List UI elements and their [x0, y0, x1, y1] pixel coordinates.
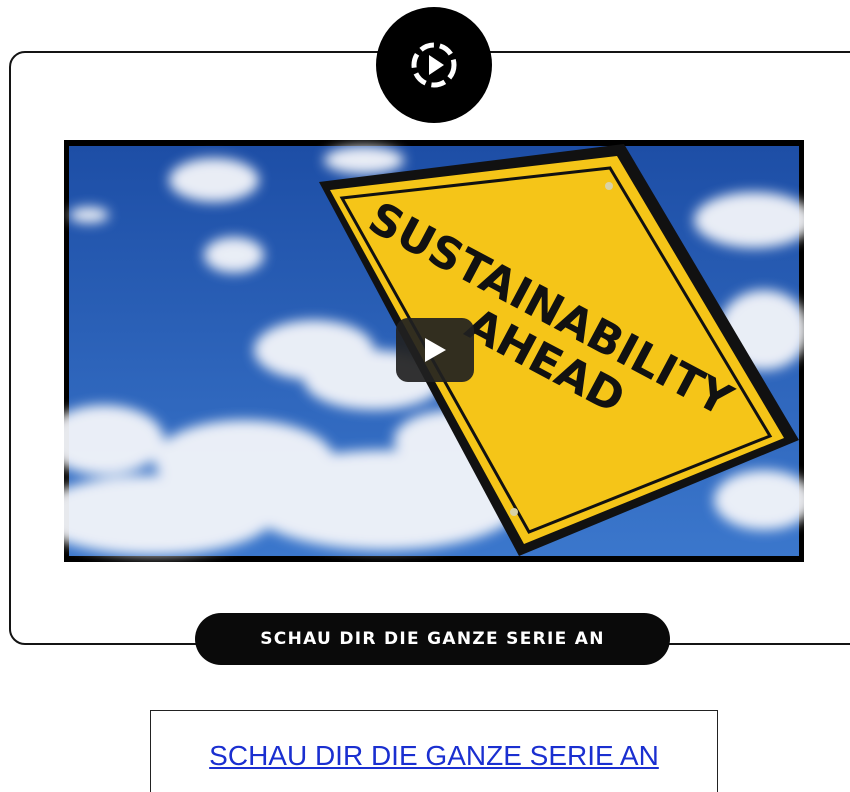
watch-series-link[interactable]: SCHAU DIR DIE GANZE SERIE AN	[209, 740, 659, 772]
play-button[interactable]	[396, 318, 474, 382]
play-icon	[425, 338, 446, 362]
video-badge	[376, 7, 492, 123]
watch-series-button[interactable]: SCHAU DIR DIE GANZE SERIE AN	[195, 613, 670, 665]
play-circle-dashed-icon	[411, 42, 457, 88]
link-box: SCHAU DIR DIE GANZE SERIE AN	[150, 710, 718, 792]
